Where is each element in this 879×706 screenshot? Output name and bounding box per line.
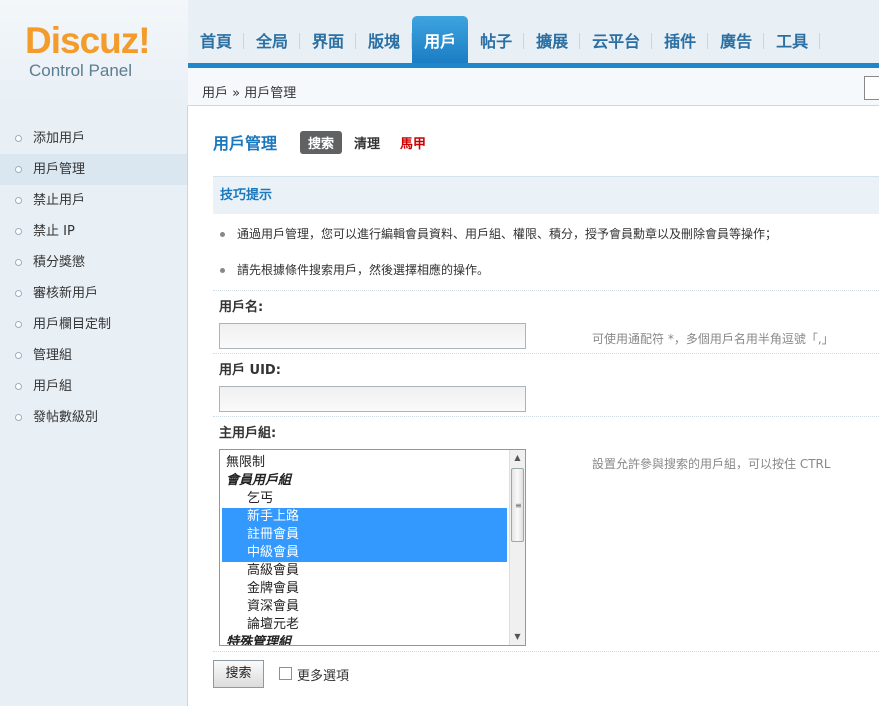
tip-item: 請先根據條件搜索用戶，然後選擇相應的操作。 [220,261,489,278]
page-title: 用戶管理 [213,134,278,153]
nav-tab-ads[interactable]: 廣告 [708,16,765,64]
select-scrollbar[interactable]: ▲ ≡ ▼ [509,450,525,645]
user-group-select[interactable]: 無限制 會員用戶組 乞丐 新手上路 註冊會員 中級會員 高級會員 金牌會員 資深… [219,449,526,646]
bullet-icon [15,197,22,204]
grip-icon: ≡ [515,501,522,510]
bullet-icon [15,414,22,421]
sidebar-item-user-groups[interactable]: 用戶組 [0,371,187,402]
divider [213,353,879,354]
uid-input[interactable] [219,386,526,412]
sidebar-item-label: 禁止 IP [33,224,75,239]
select-option-selected[interactable]: 新手上路 [222,508,507,526]
bullet-icon [15,259,22,266]
bullet-icon [15,135,22,142]
sidebar-item-label: 用戶組 [33,379,73,394]
tab-vest[interactable]: 馬甲 [400,131,426,154]
nav-tab-extended[interactable]: 擴展 [524,16,581,64]
title-row: 用戶管理 搜索 清理 馬甲 [213,130,438,154]
bullet-icon [15,321,22,328]
breadcrumb: 用戶 » 用戶管理 [202,86,297,101]
tip-item: 通過用戶管理，您可以進行編輯會員資料、用戶組、權限、積分，授予會員勳章以及刪除會… [220,225,777,242]
header: Discuz! Control Panel 首頁 全局 界面 版塊 用戶 帖子 … [0,0,879,106]
group-label: 主用戶組: [219,426,277,441]
sidebar-item-label: 用戶管理 [33,162,86,177]
bullet-icon [15,166,22,173]
logo[interactable]: Discuz! Control Panel [0,0,188,106]
nav-tab-topic[interactable]: 帖子 [468,16,525,64]
uid-label: 用戶 UID: [219,363,281,378]
sidebar: 添加用戶 用戶管理 禁止用戶 禁止 IP 積分獎懲 審核新用戶 用戶欄目定制 管… [0,106,188,706]
select-option[interactable]: 論壇元老 [222,616,507,634]
scroll-up-icon[interactable]: ▲ [510,450,525,466]
select-optgroup: 特殊管理組 [226,635,292,646]
group-hint: 設置允許參與搜索的用戶組，可以按住 CTRL [592,457,831,471]
bullet-icon [220,232,225,237]
sidebar-item-user-manage[interactable]: 用戶管理 [0,154,187,185]
bullet-icon [220,268,225,273]
tab-search[interactable]: 搜索 [300,130,343,154]
divider [213,416,879,417]
tab-clean[interactable]: 清理 [354,131,380,154]
sidebar-item-label: 添加用戶 [33,131,86,146]
nav-tab-tools[interactable]: 工具 [764,16,821,64]
sidebar-item-label: 審核新用戶 [33,286,99,301]
username-label: 用戶名: [219,300,264,315]
select-option-selected[interactable]: 中級會員 [222,544,507,562]
scroll-thumb[interactable]: ≡ [511,468,524,542]
more-options-label[interactable]: 更多選項 [297,665,349,684]
nav-tab-plugin[interactable]: 插件 [652,16,709,64]
logo-brand: Discuz! [25,20,151,61]
sidebar-item-add-user[interactable]: 添加用戶 [0,123,187,154]
select-option-selected[interactable]: 註冊會員 [222,526,507,544]
divider [213,290,879,291]
sidebar-item-ban-ip[interactable]: 禁止 IP [0,216,187,247]
search-box-edge[interactable] [864,76,879,100]
select-option[interactable]: 資深會員 [222,598,507,616]
sidebar-item-label: 用戶欄目定制 [33,317,112,332]
bullet-icon [15,228,22,235]
search-button[interactable]: 搜索 [213,660,264,688]
tip-text: 請先根據條件搜索用戶，然後選擇相應的操作。 [237,263,490,277]
sidebar-item-post-levels[interactable]: 發帖數級別 [0,402,187,433]
select-option[interactable]: 高級會員 [222,562,507,580]
username-input[interactable] [219,323,526,349]
nav-tab-forum[interactable]: 版塊 [356,16,413,64]
select-option[interactable]: 無限制 [222,454,507,472]
divider [213,651,879,652]
sidebar-item-credits[interactable]: 積分獎懲 [0,247,187,278]
tip-text: 通過用戶管理，您可以進行編輯會員資料、用戶組、權限、積分，授予會員勳章以及刪除會… [237,227,778,241]
sidebar-item-label: 積分獎懲 [33,255,86,270]
sidebar-item-label: 管理組 [33,348,73,363]
select-option[interactable]: 金牌會員 [222,580,507,598]
username-hint: 可使用通配符 *，多個用戶名用半角逗號「,」 [592,332,834,346]
select-optgroup: 會員用戶組 [226,473,292,488]
nav-tab-user[interactable]: 用戶 [412,16,469,64]
main-content: 用戶管理 搜索 清理 馬甲 技巧提示 通過用戶管理，您可以進行編輯會員資料、用戶… [190,106,879,706]
select-option[interactable]: 乞丐 [222,490,507,508]
bullet-icon [15,383,22,390]
top-nav: 首頁 全局 界面 版塊 用戶 帖子 擴展 云平台 插件 廣告 工具 [188,16,821,64]
sidebar-item-admin-groups[interactable]: 管理組 [0,340,187,371]
nav-tab-cloud[interactable]: 云平台 [580,16,653,64]
tips-heading: 技巧提示 [213,176,879,214]
sidebar-item-moderate-new[interactable]: 審核新用戶 [0,278,187,309]
sidebar-item-label: 發帖數級別 [33,410,99,425]
sidebar-item-label: 禁止用戶 [33,193,86,208]
sidebar-item-ban-user[interactable]: 禁止用戶 [0,185,187,216]
nav-tab-global[interactable]: 全局 [244,16,301,64]
sidebar-item-profile-fields[interactable]: 用戶欄目定制 [0,309,187,340]
logo-subtitle: Control Panel [29,61,133,80]
breadcrumb-bar: 用戶 » 用戶管理 [188,68,879,106]
nav-tab-style[interactable]: 界面 [300,16,357,64]
bullet-icon [15,290,22,297]
more-options-checkbox[interactable] [279,667,292,680]
nav-tab-home[interactable]: 首頁 [188,16,245,64]
scroll-down-icon[interactable]: ▼ [510,629,525,645]
bullet-icon [15,352,22,359]
